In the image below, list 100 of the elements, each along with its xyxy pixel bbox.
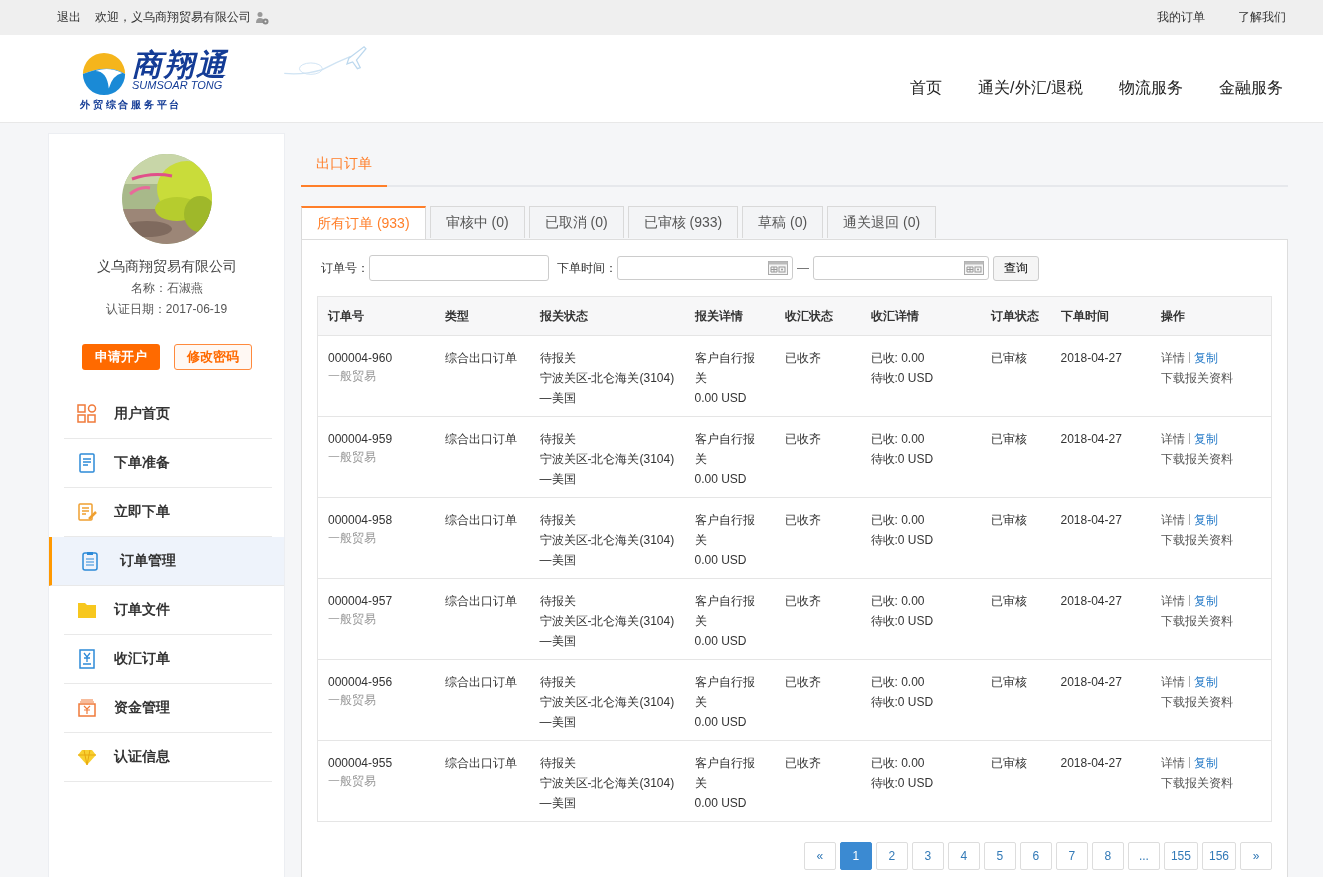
order-type: 综合出口订单 [444, 594, 517, 608]
welcome-text: 欢迎，义乌商翔贸易有限公司 [95, 9, 251, 26]
amount: 0.00 USD [694, 471, 748, 488]
copy-link[interactable]: 复制 [1193, 594, 1218, 608]
details-link[interactable]: 详情 [1160, 432, 1185, 446]
order-number-label: 订单号： [321, 259, 369, 277]
trade-type: 一般贸易 [328, 368, 377, 385]
logout-link[interactable]: 退出 [57, 9, 81, 26]
filter-tab[interactable]: 草稿 (0) [742, 206, 824, 238]
page-link[interactable]: 1 [839, 842, 872, 870]
download-link[interactable]: 下载报关资料 [1160, 371, 1233, 385]
column-header: 报关状态 [529, 296, 685, 336]
sidebar-item[interactable]: 资金管理 [64, 684, 272, 733]
certification-date: 认证日期：2017-06-19 [105, 301, 228, 318]
order-status: 已审核 [990, 756, 1027, 770]
nav-link[interactable]: 首页 [910, 78, 943, 99]
order-status: 已审核 [990, 513, 1027, 527]
received-amount: 已收: 0.00 [870, 350, 926, 367]
sidebar-item[interactable]: 订单文件 [64, 586, 272, 635]
customs-status: 待报关 [539, 431, 577, 448]
end-date-field[interactable] [813, 256, 989, 280]
sidebar-item[interactable]: 收汇订单 [64, 635, 272, 684]
nav-link[interactable]: 物流服务 [1119, 78, 1183, 99]
sidebar-item[interactable]: 用户首页 [64, 390, 272, 439]
order-number: 000004-956 [328, 674, 394, 691]
column-header: 操作 [1150, 296, 1272, 336]
download-link[interactable]: 下载报关资料 [1160, 533, 1233, 547]
filter-tab[interactable]: 已审核 (933) [627, 206, 739, 238]
folder-icon [77, 600, 97, 620]
sidebar-item[interactable]: 订单管理 [49, 537, 284, 586]
order-type: 综合出口订单 [444, 756, 517, 770]
page-link[interactable]: 7 [1055, 842, 1088, 870]
sidebar-item[interactable]: 认证信息 [64, 733, 272, 782]
download-link[interactable]: 下载报关资料 [1160, 614, 1233, 628]
fx-status: 已收齐 [784, 675, 821, 689]
copy-link[interactable]: 复制 [1193, 351, 1218, 365]
order-number: 000004-957 [328, 593, 394, 610]
details-link[interactable]: 详情 [1160, 756, 1185, 770]
contact-name: 名称：石淑燕 [130, 280, 203, 297]
destination: —美国 [539, 633, 577, 650]
copy-link[interactable]: 复制 [1193, 513, 1218, 527]
column-header: 类型 [434, 296, 530, 336]
order-type: 综合出口订单 [444, 675, 517, 689]
pending-amount: 待收:0 USD [870, 370, 935, 387]
details-link[interactable]: 详情 [1160, 351, 1185, 365]
customs-status: 待报关 [539, 755, 577, 772]
calendar-icon[interactable] [964, 261, 984, 275]
download-link[interactable]: 下载报关资料 [1160, 452, 1233, 466]
customs-detail: 客户自行报关 [694, 350, 756, 387]
clipboard-icon [80, 551, 100, 571]
copy-link[interactable]: 复制 [1193, 756, 1218, 770]
query-button[interactable]: 查询 [993, 255, 1039, 281]
page-link[interactable]: « [803, 842, 836, 870]
calendar-icon[interactable] [768, 261, 788, 275]
page-link[interactable]: 2 [875, 842, 908, 870]
order-type: 综合出口订单 [444, 513, 517, 527]
trade-type: 一般贸易 [328, 773, 377, 790]
column-header: 收汇状态 [774, 296, 861, 336]
pending-amount: 待收:0 USD [870, 532, 935, 549]
download-link[interactable]: 下载报关资料 [1160, 695, 1233, 709]
amount: 0.00 USD [694, 795, 748, 812]
order-date: 2018-04-27 [1060, 594, 1122, 608]
page-link[interactable]: 5 [983, 842, 1016, 870]
customs-route: 宁波关区-北仑海关(3104) [539, 370, 675, 387]
fx-status: 已收齐 [784, 432, 821, 446]
column-header: 报关详情 [684, 296, 775, 336]
order-status: 已审核 [990, 351, 1027, 365]
copy-link[interactable]: 复制 [1193, 432, 1218, 446]
download-link[interactable]: 下载报关资料 [1160, 776, 1233, 790]
received-amount: 已收: 0.00 [870, 755, 926, 772]
trade-type: 一般贸易 [328, 611, 377, 628]
details-link[interactable]: 详情 [1160, 675, 1185, 689]
page-link[interactable]: 155 [1163, 842, 1198, 870]
filter-tab[interactable]: 审核中 (0) [429, 206, 525, 238]
nav-link[interactable]: 通关/外汇/退税 [978, 78, 1083, 99]
order-number-field[interactable] [369, 255, 549, 281]
amount: 0.00 USD [694, 552, 748, 569]
details-link[interactable]: 详情 [1160, 594, 1185, 608]
page-link[interactable]: » [1240, 842, 1272, 870]
customs-route: 宁波关区-北仑海关(3104) [539, 775, 675, 792]
top-link[interactable]: 了解我们 [1238, 9, 1286, 26]
filter-tab[interactable]: 通关退回 (0) [827, 206, 937, 238]
nav-link[interactable]: 金融服务 [1219, 78, 1283, 99]
page-link[interactable]: 8 [1091, 842, 1124, 870]
top-link[interactable]: 我的订单 [1157, 9, 1205, 26]
page-link[interactable]: 6 [1019, 842, 1052, 870]
page-link[interactable]: 156 [1201, 842, 1236, 870]
page-link[interactable]: 4 [947, 842, 980, 870]
page-link[interactable]: ... [1127, 842, 1160, 870]
trade-type: 一般贸易 [328, 449, 377, 466]
details-link[interactable]: 详情 [1160, 513, 1185, 527]
customs-detail: 客户自行报关 [694, 512, 756, 549]
filter-tab[interactable]: 已取消 (0) [528, 206, 624, 238]
start-date-field[interactable] [617, 256, 793, 280]
destination: —美国 [539, 552, 577, 569]
copy-link[interactable]: 复制 [1193, 675, 1218, 689]
amount: 0.00 USD [694, 633, 748, 650]
page-link[interactable]: 3 [911, 842, 944, 870]
fx-status: 已收齐 [784, 756, 821, 770]
sidebar-item[interactable]: 下单准备 [64, 439, 272, 488]
